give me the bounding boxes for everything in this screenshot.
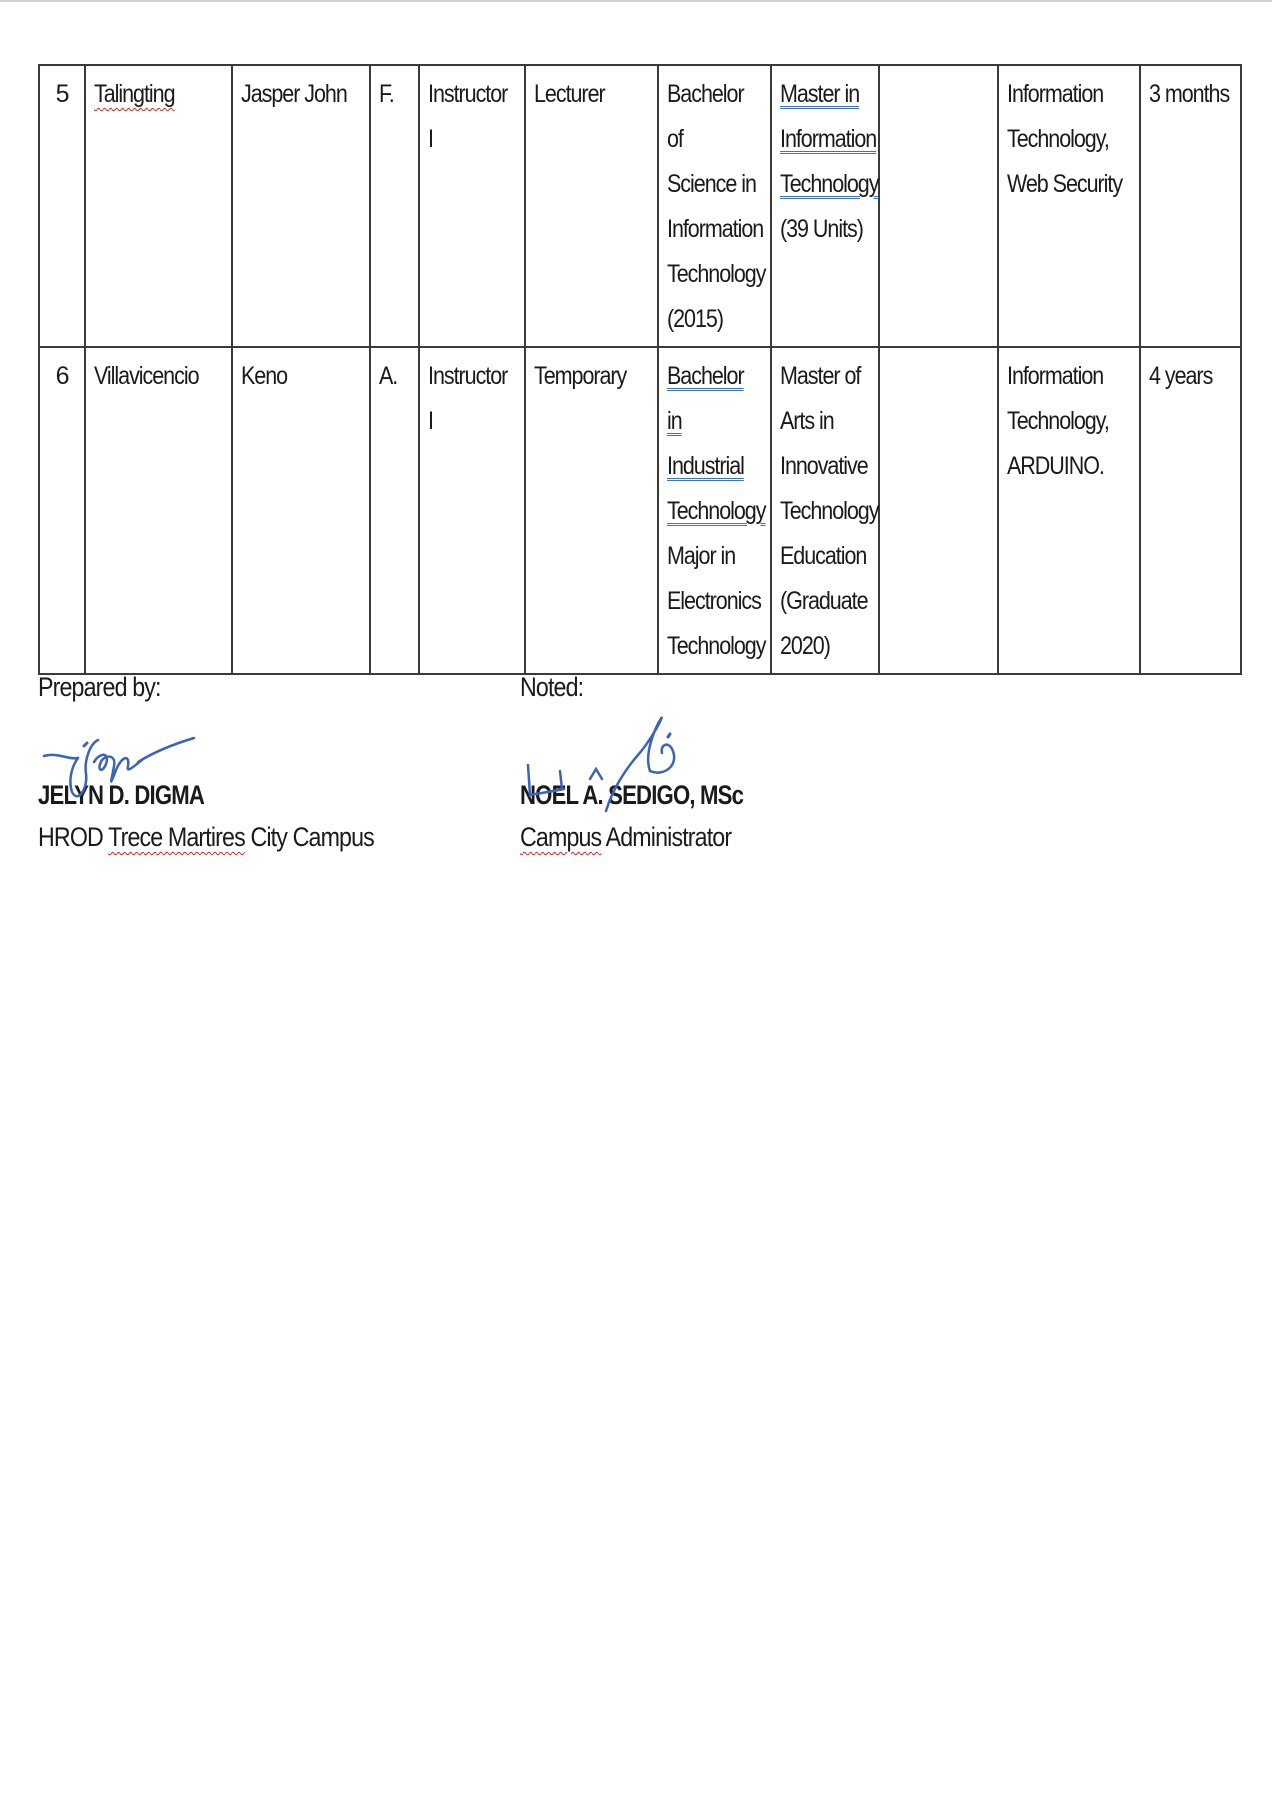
years-cell: 4 years [1139, 346, 1242, 675]
bachelor-cell: Bachelor of Science in Information Techn… [657, 64, 772, 348]
page-top-border [0, 0, 1272, 2]
first-name-cell: Keno [231, 346, 371, 675]
table-row: 6 Villavicencio Keno A. Instructor I Tem… [38, 346, 1242, 675]
faculty-table: 5 Talingting Jasper John F. Instructor I… [38, 64, 1242, 675]
noted-label: Noted: [520, 672, 584, 702]
specialization-cell: Information Technology, Web Security [997, 64, 1141, 348]
prepared-by-role: HROD Trece Martires City Campus [38, 822, 375, 852]
first-name-cell: Jasper John [231, 64, 371, 348]
prepared-role-block: HROD Trece Martires City Campus [38, 822, 429, 853]
noted-by-role: Campus Administrator [520, 822, 732, 852]
status-cell: Temporary [524, 346, 659, 675]
doctorate-cell [878, 64, 999, 348]
bachelor-cell: Bachelor in Industrial Technology Major … [657, 346, 772, 675]
surname-cell: Villavicencio [84, 346, 233, 675]
noted-block: Noted: [520, 672, 594, 703]
noted-role-block: Campus Administrator [520, 822, 766, 853]
prepared-by-block: Prepared by: [38, 672, 181, 703]
prepared-signature-image [42, 736, 196, 798]
doctorate-cell [878, 346, 999, 675]
master-cell: Master in Information Technology (39 Uni… [770, 64, 880, 348]
row-number-cell: 6 [38, 346, 86, 675]
table-row: 5 Talingting Jasper John F. Instructor I… [38, 64, 1242, 348]
master-cell: Master of Arts in Innovative Technology … [770, 346, 880, 675]
rank-cell: Instructor I [418, 346, 526, 675]
status-cell: Lecturer [524, 64, 659, 348]
surname-cell: Talingting [84, 64, 233, 348]
surname-text: Talingting [94, 80, 176, 108]
specialization-cell: Information Technology, ARDUINO. [997, 346, 1141, 675]
prepared-by-label: Prepared by: [38, 672, 161, 702]
years-cell: 3 months [1139, 64, 1242, 348]
noted-signature-image [526, 716, 676, 813]
rank-cell: Instructor I [418, 64, 526, 348]
row-number-cell: 5 [38, 64, 86, 348]
